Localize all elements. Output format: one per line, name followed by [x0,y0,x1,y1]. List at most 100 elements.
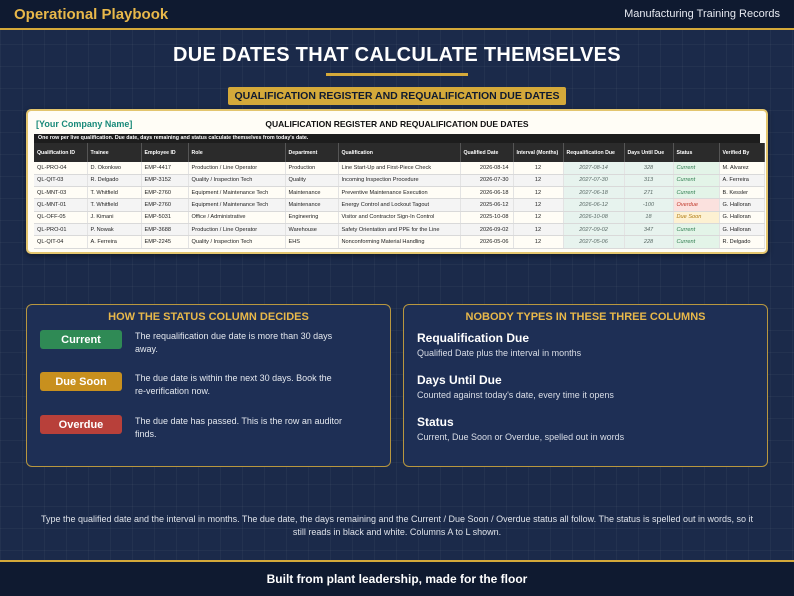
table-cell: 2025-10-08 [460,211,514,224]
column-header: Qualified Date [460,143,514,162]
table-cell: 2026-07-30 [460,174,514,188]
page-title: DUE DATES THAT CALCULATE THEMSELVES [173,44,621,66]
table-row: QL-MNT-01 T. Whitfield EMP-2760 Equipment /… [34,198,765,212]
table-cell: Maintenance [285,186,339,200]
table-cell: Preventive Maintenance Execution [338,186,461,200]
top-bar: Operational Playbook Manufacturing Train… [0,0,794,30]
brand-title: Operational Playbook [14,5,169,23]
table-cell: Engineering [285,211,339,224]
table-cell: Current [673,162,720,175]
table-cell: 228 [624,235,674,249]
table-cell: P. Nowak [87,223,142,237]
table-cell: EMP-5031 [141,211,189,224]
sheet-note: One row per live qualification. Due date… [34,134,760,143]
table-cell: G. Halloran [719,198,765,212]
table-cell: QL-MNT-01 [34,198,88,212]
table-row: QL-MNT-03 T. Whitfield EMP-2760 Equipment /… [34,186,765,200]
auto-column-days-until-due: Days Until Due Counted against today's d… [417,373,757,400]
table-cell: Production [285,162,339,175]
table-cell: 2027-09-02 [563,223,625,237]
table-cell: EMP-4417 [141,162,189,175]
table-cell: 12 [513,235,564,249]
table-cell: Quality [285,174,339,188]
table-cell: Production / Line Operator [188,223,286,237]
table-cell: Quality / Inspection Tech [188,235,286,249]
table-body: QL-PRO-04 D. Okonkwo EMP-4417 Production / … [34,162,765,249]
table-cell: Office / Administrative [188,211,286,224]
section-pill: QUALIFICATION REGISTER AND REQUALIFICATI… [228,87,566,105]
table-cell: QL-OFF-05 [34,211,88,224]
table-cell: EMP-3688 [141,223,189,237]
auto-column-requal-due: Requalification Due Qualified Date plus … [417,331,757,358]
table-cell: 12 [513,174,564,188]
table-cell: EMP-3152 [141,174,189,188]
table-cell: T. Whitfield [87,198,142,212]
table-cell: QL-QIT-03 [34,174,88,188]
table-cell: QL-PRO-01 [34,223,88,237]
auto-column-name: Status [417,415,454,429]
table-row: QL-QIT-03 R. Delgado EMP-3152 Quality / Ins… [34,174,765,188]
table-row: QL-QIT-04 A. Ferreira EMP-2245 Quality / In… [34,235,765,249]
column-header: Qualification ID [34,143,88,162]
table-cell: G. Halloran [719,211,765,224]
footer-text: Built from plant leadership, made for th… [266,572,528,586]
table-cell: Quality / Inspection Tech [188,174,286,188]
table-cell: Current [673,186,720,200]
table-cell: Maintenance [285,198,339,212]
table-cell: Current [673,223,720,237]
table-cell: 271 [624,186,674,200]
status-panel-title: HOW THE STATUS COLUMN DECIDES [108,311,309,323]
table-cell: Energy Control and Lockout Tagout [338,198,461,212]
table-cell: Warehouse [285,223,339,237]
title-underline [326,73,468,76]
table-row: QL-PRO-01 P. Nowak EMP-3688 Production / Li… [34,223,765,237]
table-cell: QL-QIT-04 [34,235,88,249]
sheet-header: [Your Company Name] QUALIFICATION REGIST… [34,118,760,132]
status-rule-overdue: Overdue The due date has passed. This is… [40,415,380,441]
table-cell: 12 [513,198,564,212]
table-cell: QL-MNT-03 [34,186,88,200]
table-cell: R. Delgado [719,235,765,249]
status-desc-due-soon: The due date is within the next 30 days.… [135,373,332,396]
table-cell: 2026-05-06 [460,235,514,249]
column-header: Role [188,143,286,162]
table-cell: EMP-2760 [141,186,189,200]
table-header-row: Qualification ID Trainee Employee ID Role De… [34,143,765,162]
auto-column-desc: Counted against today's date, every time… [417,390,614,400]
table-cell: Nonconforming Material Handling [338,235,461,249]
table-cell: J. Kimani [87,211,142,224]
table-cell: D. Okonkwo [87,162,142,175]
table-cell: Due Soon [673,211,720,224]
table-cell: R. Delgado [87,174,142,188]
table-cell: 2026-06-12 [563,198,625,212]
column-header: Days Until Due [624,143,674,162]
table-cell: -100 [624,198,674,212]
table-cell: 2027-06-18 [563,186,625,200]
column-header: Interval (Months) [513,143,564,162]
sheet-title: QUALIFICATION REGISTER AND REQUALIFICATI… [265,119,529,129]
spreadsheet-preview: [Your Company Name] QUALIFICATION REGIST… [26,109,768,254]
table-cell: 2025-06-12 [460,198,514,212]
table-cell: EMP-2760 [141,198,189,212]
status-badge-due-soon: Due Soon [40,372,122,391]
column-header: Requalification Due [563,143,625,162]
status-desc-current: The requalification due date is more tha… [135,331,333,354]
table-cell: Safety Orientation and PPE for the Line [338,223,461,237]
column-header: Trainee [87,143,142,162]
table-cell: Current [673,235,720,249]
table-cell: Visitor and Contractor Sign-In Control [338,211,461,224]
table-cell: QL-PRO-04 [34,162,88,175]
footer-bar: Built from plant leadership, made for th… [0,560,794,596]
status-badge-overdue: Overdue [40,415,122,434]
auto-columns-panel: NOBODY TYPES IN THESE THREE COLUMNS Requ… [403,304,768,467]
table-cell: T. Whitfield [87,186,142,200]
table-cell: Equipment / Maintenance Tech [188,186,286,200]
status-rule-due-soon: Due Soon The due date is within the next… [40,372,380,398]
table-cell: M. Alvarez [719,162,765,175]
table-cell: 12 [513,211,564,224]
auto-column-status: Status Current, Due Soon or Overdue, spe… [417,415,757,442]
table-cell: 12 [513,162,564,175]
column-header: Qualification [338,143,461,162]
table-cell: Overdue [673,198,720,212]
status-desc-overdue: The due date has passed. This is the row… [135,416,342,439]
